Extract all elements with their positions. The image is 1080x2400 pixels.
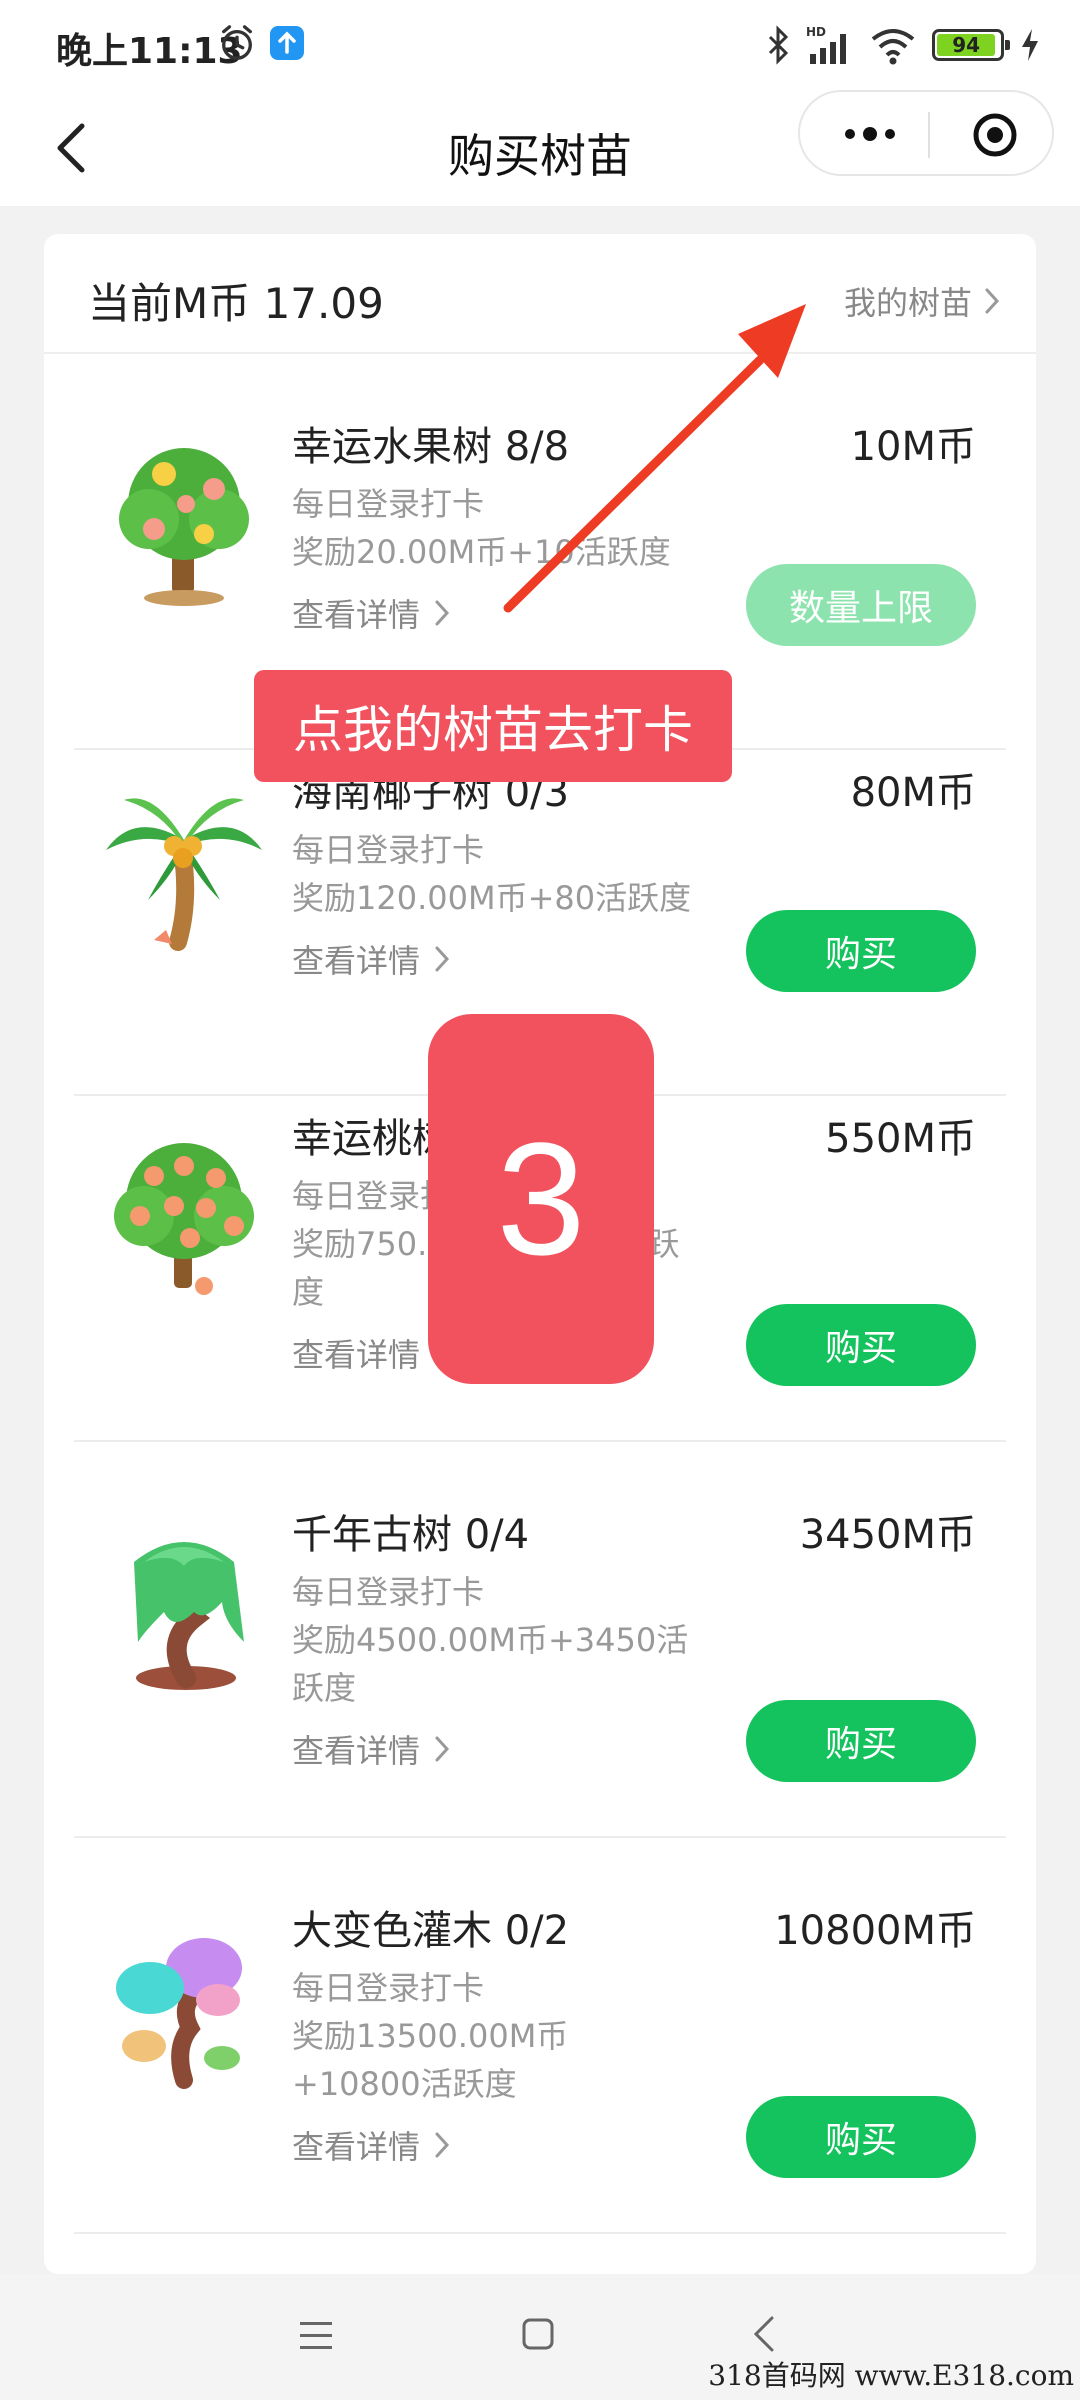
step-number: 3 bbox=[428, 1014, 654, 1384]
view-details-link[interactable]: 查看详情 bbox=[292, 590, 450, 636]
signal-icon: HD bbox=[806, 25, 846, 64]
status-bar: 晚上11:13 HD 94 bbox=[0, 0, 1080, 90]
desc-line: 每日登录打卡 bbox=[292, 1969, 485, 2007]
buy-button[interactable]: 购买 bbox=[746, 2096, 976, 2178]
item-description: 每日登录打卡 奖励120.00M币+80活跃度 bbox=[292, 826, 692, 922]
view-details-label: 查看详情 bbox=[292, 596, 421, 634]
chevron-right-icon bbox=[435, 1736, 450, 1762]
peach-tree-icon bbox=[114, 1143, 254, 1295]
charging-icon bbox=[1022, 29, 1038, 61]
status-time: 晚上11:13 bbox=[56, 31, 243, 72]
desc-line: 奖励120.00M币+80活跃度 bbox=[292, 879, 692, 917]
item-name: 大变色灌木 0/2 bbox=[292, 1908, 570, 1954]
balance-header: 当前M币 17.09 我的树苗 bbox=[44, 234, 1036, 354]
buy-button[interactable]: 购买 bbox=[746, 1700, 976, 1782]
view-details-label: 查看详情 bbox=[292, 1732, 421, 1770]
view-details-link[interactable]: 查看详情 bbox=[292, 936, 450, 982]
back-icon[interactable] bbox=[750, 2314, 780, 2354]
desc-line: 奖励13500.00M币+10800活跃度 bbox=[292, 2017, 569, 2103]
limit-reached-button[interactable]: 数量上限 bbox=[746, 564, 976, 646]
item-price: 550M币 bbox=[825, 1116, 976, 1162]
capsule-divider bbox=[928, 112, 930, 158]
watermark-text: 318首码网 www.E318.com bbox=[708, 2359, 1074, 2392]
more-icon[interactable] bbox=[840, 114, 900, 154]
view-details-label: 查看详情 bbox=[292, 1336, 421, 1374]
view-details-link[interactable]: 查看详情 bbox=[292, 1726, 450, 1772]
desc-line: 奖励20.00M币+10活跃度 bbox=[292, 533, 671, 571]
view-details-link[interactable]: 查看详情 bbox=[292, 2122, 450, 2168]
battery-icon: 94 bbox=[932, 29, 1010, 61]
chevron-right-icon bbox=[435, 600, 450, 626]
item-price: 10800M币 bbox=[774, 1908, 976, 1954]
desc-line: 每日登录打卡 bbox=[292, 1573, 485, 1611]
network-label: HD bbox=[806, 25, 826, 39]
item-price: 10M币 bbox=[850, 424, 976, 470]
item-description: 每日登录打卡 奖励13500.00M币+10800活跃度 bbox=[292, 1964, 692, 2108]
view-details-label: 查看详情 bbox=[292, 2128, 421, 2166]
fruit-tree-icon bbox=[119, 448, 249, 606]
chevron-right-icon bbox=[435, 946, 450, 972]
desc-line: 每日登录打卡 bbox=[292, 485, 485, 523]
alarm-icon bbox=[222, 25, 252, 60]
home-icon[interactable] bbox=[520, 2316, 556, 2352]
desc-line: 每日登录打卡 bbox=[292, 831, 485, 869]
view-details-link[interactable]: 查看详情 bbox=[292, 1330, 450, 1376]
buy-button[interactable]: 购买 bbox=[746, 1304, 976, 1386]
balance-text: 当前M币 17.09 bbox=[88, 279, 384, 328]
wifi-icon bbox=[871, 29, 915, 65]
list-item: 千年古树 0/4 3450M币 每日登录打卡 奖励4500.00M币+3450活… bbox=[74, 1442, 1006, 1838]
bluetooth-icon bbox=[768, 25, 789, 65]
chevron-right-icon bbox=[985, 288, 1000, 314]
item-price: 80M币 bbox=[850, 770, 976, 816]
my-trees-label: 我的树苗 bbox=[843, 284, 972, 322]
list-item: 大变色灌木 0/2 10800M币 每日登录打卡 奖励13500.00M币+10… bbox=[74, 1838, 1006, 2234]
menu-icon[interactable] bbox=[296, 2318, 336, 2354]
item-description: 每日登录打卡 奖励4500.00M币+3450活跃度 bbox=[292, 1568, 692, 1712]
color-shrub-icon bbox=[116, 1938, 242, 2089]
view-details-label: 查看详情 bbox=[292, 942, 421, 980]
item-description: 每日登录打卡 奖励20.00M币+10活跃度 bbox=[292, 480, 692, 576]
desc-line: 奖励4500.00M币+3450活跃度 bbox=[292, 1621, 689, 1707]
status-icons: HD 94 bbox=[766, 20, 1040, 70]
close-miniprogram-icon[interactable] bbox=[972, 112, 1018, 158]
upload-notification-icon bbox=[270, 26, 304, 60]
nav-bar: 购买树苗 bbox=[0, 90, 1080, 206]
item-price: 3450M币 bbox=[799, 1512, 976, 1558]
ancient-tree-icon bbox=[134, 1542, 244, 1690]
miniprogram-capsule bbox=[798, 90, 1054, 176]
coconut-tree-icon bbox=[106, 798, 262, 951]
buy-button[interactable]: 购买 bbox=[746, 910, 976, 992]
item-name: 幸运水果树 8/8 bbox=[292, 424, 570, 470]
item-name: 千年古树 0/4 bbox=[292, 1512, 530, 1558]
tip-label: 点我的树苗去打卡 bbox=[254, 670, 732, 782]
system-nav-bar: 318首码网 www.E318.com bbox=[0, 2274, 1080, 2400]
battery-level: 94 bbox=[952, 33, 981, 57]
my-trees-link[interactable]: 我的树苗 bbox=[844, 278, 1000, 324]
chevron-right-icon bbox=[435, 2132, 450, 2158]
